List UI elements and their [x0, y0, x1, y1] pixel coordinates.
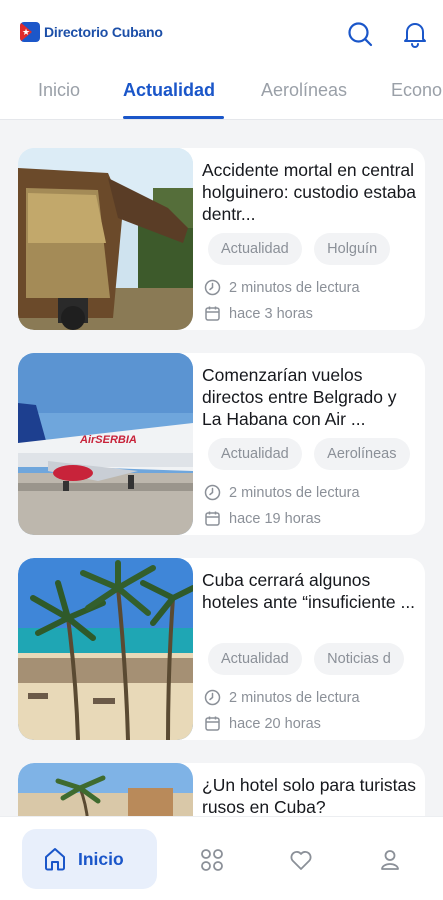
clock-icon	[204, 689, 221, 706]
post-date: hace 20 horas	[204, 715, 321, 732]
post-date: hace 19 horas	[204, 510, 321, 527]
post-date: hace 3 horas	[204, 305, 313, 322]
calendar-icon	[205, 306, 220, 321]
bottom-navigation: Inicio	[0, 816, 443, 900]
read-time-label: 2 minutos de lectura	[229, 484, 360, 501]
nav-home-label: Inicio	[78, 848, 124, 869]
tag-chip[interactable]: Aerolíneas	[314, 438, 410, 470]
clock-icon	[204, 279, 221, 296]
active-tab-indicator	[123, 116, 224, 119]
calendar-icon	[205, 716, 220, 731]
read-time: 2 minutos de lectura	[204, 279, 360, 296]
article-title[interactable]: Comenzarían vuelos directos entre Belgra…	[202, 364, 420, 430]
article-image[interactable]	[18, 148, 193, 330]
article-image[interactable]: AirSERBIA	[18, 353, 193, 535]
read-time-label: 2 minutos de lectura	[229, 279, 360, 296]
category-tabs: Inicio Actualidad Aerolíneas Econo	[0, 66, 443, 120]
article-card[interactable]: Accidente mortal en central holguinero: …	[18, 148, 425, 330]
tag-chip[interactable]: Actualidad	[208, 233, 302, 265]
post-date-label: hace 19 horas	[229, 510, 321, 527]
post-date-label: hace 20 horas	[229, 715, 321, 732]
tab-inicio[interactable]: Inicio	[38, 80, 80, 101]
grid-icon[interactable]	[199, 847, 225, 873]
heart-icon[interactable]	[288, 847, 314, 873]
cuba-flag-icon	[20, 22, 40, 42]
article-title[interactable]: ¿Un hotel solo para turistas rusos en Cu…	[202, 774, 420, 818]
read-time: 2 minutos de lectura	[204, 484, 360, 501]
app-title: Directorio Cubano	[44, 24, 163, 40]
article-card[interactable]: Cuba cerrará algunos hoteles ante “insuf…	[18, 558, 425, 740]
tag-chip[interactable]: Actualidad	[208, 643, 302, 675]
search-icon[interactable]	[346, 20, 374, 48]
tab-aerolineas[interactable]: Aerolíneas	[261, 80, 347, 101]
nav-home-button[interactable]: Inicio	[22, 829, 157, 889]
plane-livery: AirSERBIA	[79, 434, 137, 446]
bell-icon[interactable]	[401, 20, 429, 48]
calendar-icon	[205, 511, 220, 526]
article-tags: Actualidad Noticias d	[208, 643, 425, 675]
user-icon[interactable]	[377, 847, 403, 873]
home-icon	[45, 848, 65, 871]
article-image[interactable]	[18, 558, 193, 740]
article-tags: Actualidad Holguín	[208, 233, 425, 265]
tab-economia[interactable]: Econo	[391, 80, 442, 101]
tag-chip[interactable]: Actualidad	[208, 438, 302, 470]
article-tags: Actualidad Aerolíneas	[208, 438, 425, 470]
app-logo[interactable]: Directorio Cubano	[20, 22, 163, 42]
article-card[interactable]: AirSERBIA Comenzarían vuelos directos en…	[18, 353, 425, 535]
read-time-label: 2 minutos de lectura	[229, 689, 360, 706]
top-bar: Directorio Cubano	[0, 0, 443, 66]
tab-actualidad[interactable]: Actualidad	[123, 80, 215, 101]
read-time: 2 minutos de lectura	[204, 689, 360, 706]
tag-chip[interactable]: Noticias d	[314, 643, 404, 675]
article-title[interactable]: Accidente mortal en central holguinero: …	[202, 159, 420, 225]
tag-chip[interactable]: Holguín	[314, 233, 391, 265]
post-date-label: hace 3 horas	[229, 305, 313, 322]
article-title[interactable]: Cuba cerrará algunos hoteles ante “insuf…	[202, 569, 420, 613]
clock-icon	[204, 484, 221, 501]
